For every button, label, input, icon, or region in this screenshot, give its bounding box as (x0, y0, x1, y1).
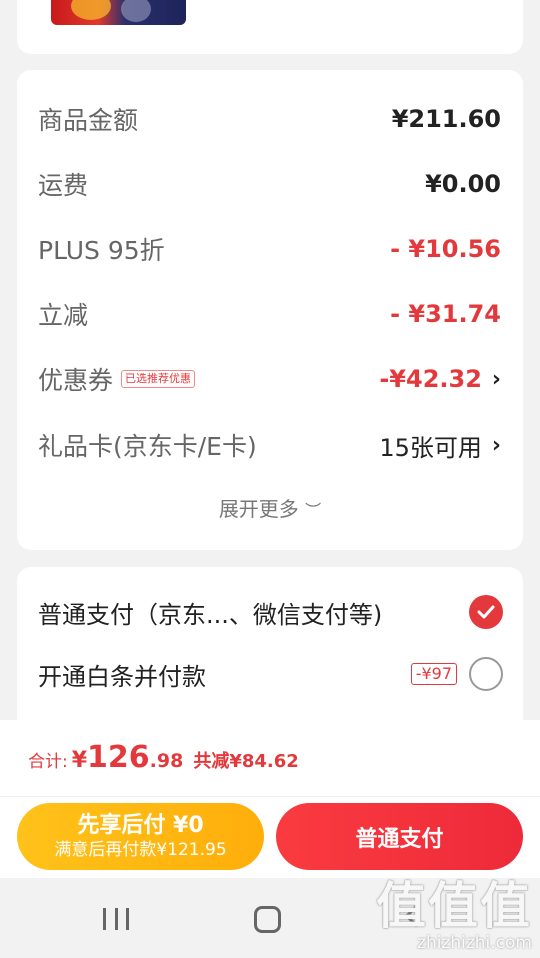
payment-option-baitiao[interactable]: 开通白条并付款 -¥97 (38, 654, 503, 694)
coupon-row[interactable]: 优惠券 已选推荐优惠 -¥42.32 › (38, 359, 501, 399)
chevron-right-icon: › (491, 432, 501, 458)
total-amount-decimal: .98 (149, 750, 184, 772)
row-value: 15张可用 (379, 433, 482, 462)
payment-option-label: 开通白条并付款 (38, 662, 206, 691)
plus-discount-row: PLUS 95折 - ¥10.56 (38, 229, 501, 269)
product-thumbnail[interactable] (51, 0, 186, 25)
chevron-down-icon: ︶ (305, 501, 322, 520)
checkout-page: 商品金额 ¥211.60 运费 ¥0.00 PLUS 95折 - ¥10.56 … (0, 0, 540, 958)
total-amount-main: 126 (87, 740, 150, 775)
expand-more-button[interactable]: 展开更多 ︶ (17, 493, 523, 522)
recommended-tag: 已选推荐优惠 (121, 370, 196, 388)
total-label: 合计: (28, 752, 68, 772)
row-value: ¥0.00 (425, 170, 501, 198)
payment-option-label: 普通支付（京东...、微信支付等) (38, 600, 383, 629)
home-icon[interactable] (254, 906, 281, 933)
radio-button[interactable] (469, 657, 503, 691)
row-label: PLUS 95折 (38, 236, 165, 265)
row-label: 立减 (38, 301, 89, 330)
expand-label: 展开更多 (218, 497, 299, 521)
order-total: 合计: ¥ 126 .98 共减¥84.62 (28, 740, 299, 775)
row-label: 礼品卡(京东卡/E卡) (38, 432, 257, 461)
row-label: 商品金额 (38, 106, 139, 135)
chevron-right-icon: › (491, 366, 501, 392)
discount-tag: -¥97 (410, 663, 457, 685)
row-value: - ¥10.56 (390, 235, 501, 263)
product-card (17, 0, 523, 54)
total-saved: 共减¥84.62 (193, 751, 299, 772)
watermark: 值值值 zhizhizhi.com (376, 878, 532, 952)
watermark-url: zhizhizhi.com (417, 933, 532, 953)
row-label: 运费 (38, 171, 89, 200)
gift-card-row[interactable]: 礼品卡(京东卡/E卡) 15张可用 › (38, 425, 501, 465)
pay-later-button[interactable]: 先享后付 ¥0 满意后再付款¥121.95 (17, 803, 264, 870)
price-summary-card: 商品金额 ¥211.60 运费 ¥0.00 PLUS 95折 - ¥10.56 … (17, 70, 523, 550)
watermark-logo: 值值值 (376, 877, 532, 935)
pay-later-subtitle: 满意后再付款¥121.95 (54, 839, 227, 860)
payment-option-normal[interactable]: 普通支付（京东...、微信支付等) (38, 592, 503, 632)
divider (0, 796, 540, 797)
currency-symbol: ¥ (71, 748, 88, 773)
checkmark-icon[interactable] (469, 595, 503, 629)
row-value: ¥211.60 (391, 105, 501, 133)
pay-later-title: 先享后付 ¥0 (77, 812, 204, 838)
system-nav-bar: 值值值 zhizhizhi.com (0, 878, 540, 958)
row-value: -¥42.32 (379, 365, 482, 393)
row-value: - ¥31.74 (390, 300, 501, 328)
goods-amount-row: 商品金额 ¥211.60 (38, 99, 501, 139)
shipping-row: 运费 ¥0.00 (38, 164, 501, 204)
recents-icon[interactable] (103, 908, 129, 930)
checkout-bar: 合计: ¥ 126 .98 共减¥84.62 先享后付 ¥0 满意后再付款¥12… (0, 720, 540, 878)
normal-pay-button[interactable]: 普通支付 (276, 803, 523, 870)
row-label: 优惠券 (38, 366, 114, 395)
instant-discount-row: 立减 - ¥31.74 (38, 294, 501, 334)
